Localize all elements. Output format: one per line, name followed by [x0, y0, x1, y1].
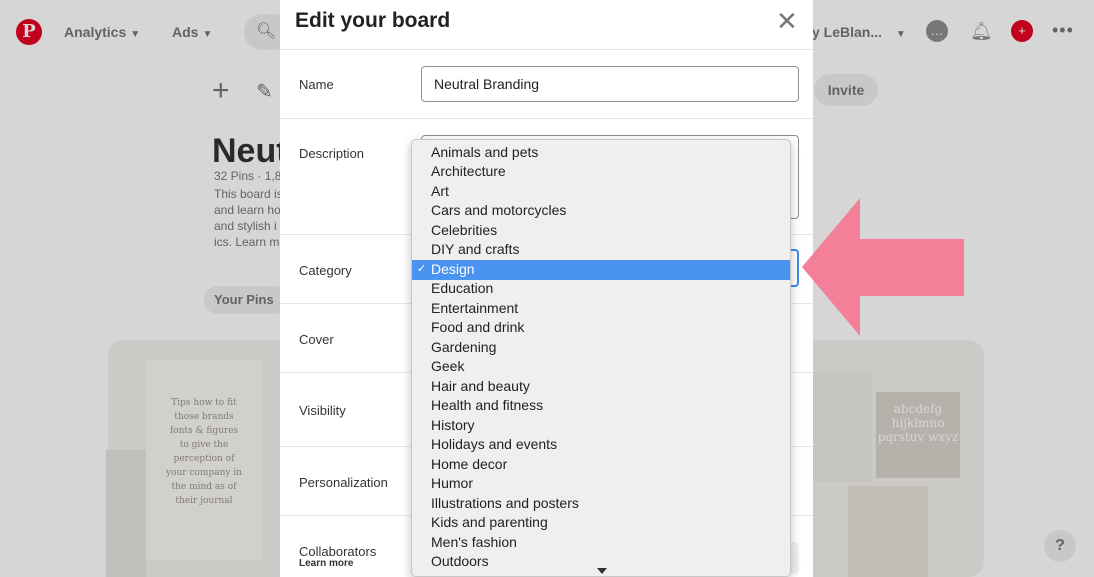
category-dropdown-list: Animals and pets Architecture Art Cars a…	[411, 139, 791, 577]
category-option[interactable]: History	[412, 416, 790, 436]
category-option[interactable]: Animals and pets	[412, 143, 790, 163]
close-icon[interactable]: ✕	[776, 6, 798, 37]
category-option-selected[interactable]: ✓ Design	[412, 260, 790, 280]
category-option[interactable]: Entertainment	[412, 299, 790, 319]
category-option[interactable]: Illustrations and posters	[412, 494, 790, 514]
category-option[interactable]: Gardening	[412, 338, 790, 358]
category-option[interactable]: Art	[412, 182, 790, 202]
category-option[interactable]: Cars and motorcycles	[412, 201, 790, 221]
category-option[interactable]: Holidays and events	[412, 435, 790, 455]
modal-header: Edit your board ✕	[280, 0, 813, 50]
category-option[interactable]: Health and fitness	[412, 396, 790, 416]
scroll-down-arrow-icon[interactable]	[597, 568, 607, 574]
category-option[interactable]: Men's fashion	[412, 533, 790, 553]
category-option[interactable]: Humor	[412, 474, 790, 494]
category-option[interactable]: Geek	[412, 357, 790, 377]
visibility-label: Visibility	[299, 403, 346, 418]
checkmark-icon: ✓	[417, 263, 427, 275]
description-label: Description	[299, 146, 365, 161]
category-option[interactable]: Home decor	[412, 455, 790, 475]
category-option[interactable]: DIY and crafts	[412, 240, 790, 260]
category-option[interactable]: Food and drink	[412, 318, 790, 338]
learn-more-link[interactable]: Learn more	[299, 558, 353, 569]
personalization-label: Personalization	[299, 475, 388, 490]
category-option[interactable]: Kids and parenting	[412, 513, 790, 533]
name-label: Name	[299, 77, 334, 92]
name-row: Name Neutral Branding	[280, 50, 813, 119]
board-name-input[interactable]: Neutral Branding	[421, 66, 799, 102]
category-option[interactable]: Hair and beauty	[412, 377, 790, 397]
category-option[interactable]: Celebrities	[412, 221, 790, 241]
category-option[interactable]: Education	[412, 279, 790, 299]
annotation-arrow-shape	[802, 198, 964, 336]
annotation-arrow-icon	[802, 198, 964, 336]
category-option[interactable]: Architecture	[412, 162, 790, 182]
cover-label: Cover	[299, 332, 334, 347]
category-label: Category	[299, 263, 352, 278]
collaborators-label: Collaborators	[299, 544, 377, 559]
category-option-label: Design	[431, 261, 475, 277]
modal-title: Edit your board	[295, 9, 451, 32]
